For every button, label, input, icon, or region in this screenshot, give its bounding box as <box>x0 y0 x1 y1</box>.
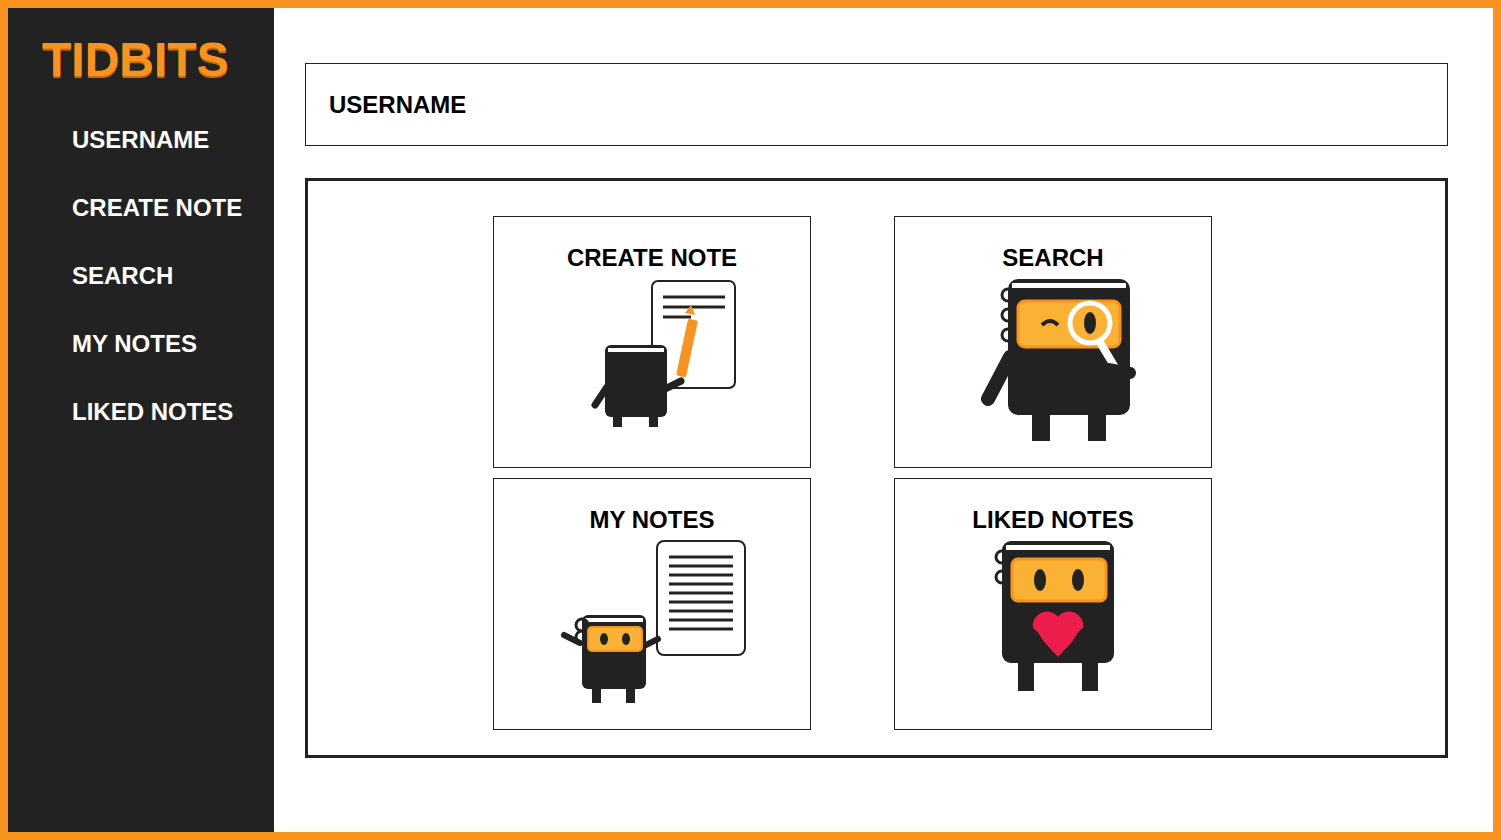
notebook-magnifier-icon <box>968 277 1138 449</box>
dashboard-card[interactable]: MY NOTES <box>493 478 811 730</box>
app-frame: TIDBITS USERNAME CREATE NOTE SEARCH MY NOTES… <box>0 0 1501 840</box>
card-title: CREATE NOTE <box>567 243 737 273</box>
notebook-holding-note-icon <box>552 539 752 707</box>
notebook-heart-icon <box>978 539 1128 697</box>
sidebar-item[interactable]: MY NOTES <box>72 329 274 359</box>
dashboard-card[interactable]: CREATE NOTE <box>493 216 811 468</box>
card-grid: CREATE NOTE SEARCH MY NOTES LIKED NOTES <box>493 216 1445 730</box>
dashboard-card[interactable]: SEARCH <box>894 216 1212 468</box>
dashboard-panel: CREATE NOTE SEARCH MY NOTES LIKED NOTES <box>305 178 1448 758</box>
sidebar-item[interactable]: SEARCH <box>72 261 274 291</box>
sidebar-menu: USERNAME CREATE NOTE SEARCH MY NOTES LIKED N… <box>42 125 274 427</box>
sidebar: TIDBITS USERNAME CREATE NOTE SEARCH MY NOTES… <box>8 8 274 832</box>
card-title: SEARCH <box>1002 243 1103 273</box>
card-title: MY NOTES <box>590 505 715 535</box>
notebook-writing-icon <box>567 277 737 437</box>
sidebar-item[interactable]: CREATE NOTE <box>72 193 274 223</box>
main-content: USERNAME CREATE NOTE SEARCH MY NOTES LIKED N… <box>274 8 1493 832</box>
sidebar-item[interactable]: USERNAME <box>72 125 274 155</box>
card-title: LIKED NOTES <box>972 505 1133 535</box>
logo[interactable]: TIDBITS <box>42 34 274 87</box>
sidebar-item[interactable]: LIKED NOTES <box>72 397 274 427</box>
dashboard-card[interactable]: LIKED NOTES <box>894 478 1212 730</box>
username-header: USERNAME <box>305 63 1448 146</box>
